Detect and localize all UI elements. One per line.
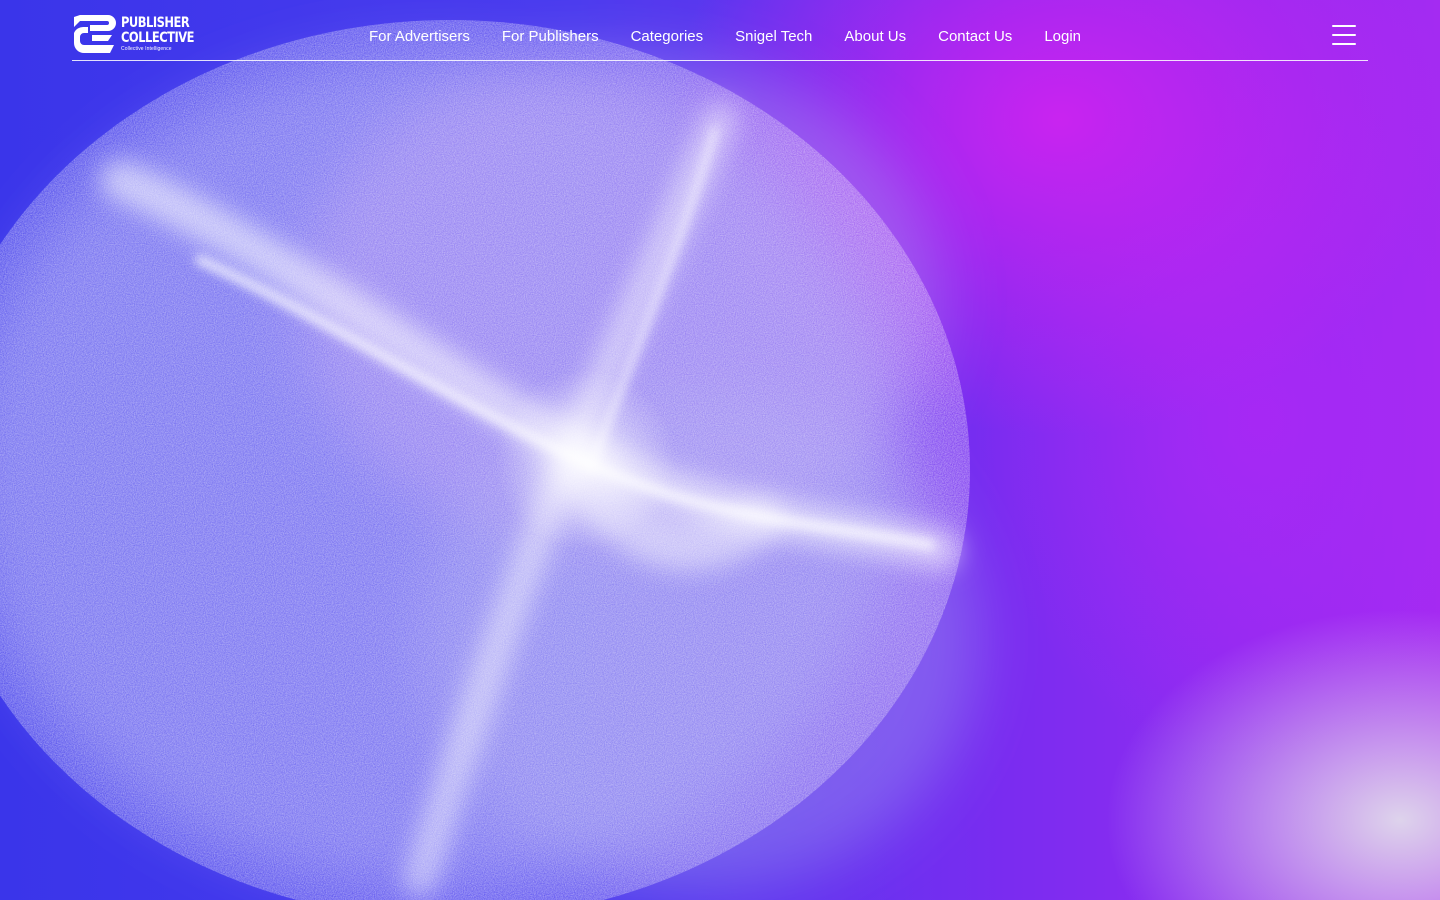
hero-background bbox=[0, 0, 1440, 900]
brand-tagline: Collective Intelligence bbox=[121, 46, 172, 52]
site-header: PUBLISHER COLLECTIVE Collective Intellig… bbox=[72, 0, 1368, 61]
nav-about-us[interactable]: About Us bbox=[844, 28, 906, 45]
brand-name-line1: PUBLISHER bbox=[121, 15, 190, 31]
menu-bar bbox=[1332, 25, 1356, 27]
particle-wave-graphic bbox=[0, 20, 980, 900]
nav-login[interactable]: Login bbox=[1044, 28, 1081, 45]
publisher-collective-logo-icon bbox=[74, 15, 116, 53]
nav-contact-us[interactable]: Contact Us bbox=[938, 28, 1012, 45]
menu-bar bbox=[1332, 34, 1356, 36]
nav-for-advertisers[interactable]: For Advertisers bbox=[369, 28, 470, 45]
main-nav: For Advertisers For Publishers Categorie… bbox=[369, 28, 1081, 45]
brand-wordmark: PUBLISHER COLLECTIVE Collective Intellig… bbox=[121, 16, 210, 52]
brand-name-line2: COLLECTIVE bbox=[121, 30, 194, 46]
menu-bar bbox=[1332, 43, 1356, 45]
nav-for-publishers[interactable]: For Publishers bbox=[502, 28, 599, 45]
nav-snigel-tech[interactable]: Snigel Tech bbox=[735, 28, 812, 45]
nav-categories[interactable]: Categories bbox=[631, 28, 704, 45]
hamburger-menu-icon[interactable] bbox=[1332, 25, 1356, 45]
brand-logo[interactable]: PUBLISHER COLLECTIVE Collective Intellig… bbox=[72, 12, 194, 56]
